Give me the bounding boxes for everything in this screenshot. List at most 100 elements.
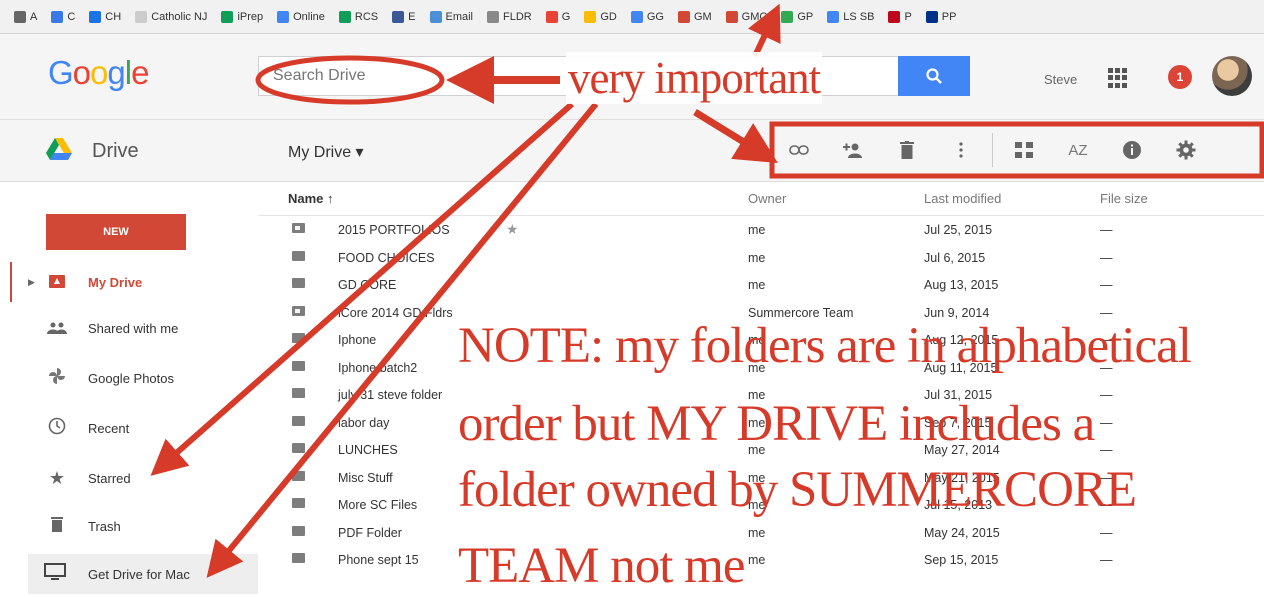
bookmark-item[interactable]: Catholic NJ — [135, 10, 207, 23]
cell-owner: me — [748, 278, 766, 292]
cell-modified: May 24, 2015 — [924, 525, 1000, 540]
cell-size: — — [1100, 498, 1113, 512]
cell-size: — — [1100, 553, 1113, 567]
cell-modified: Jul 6, 2015 — [924, 250, 986, 265]
bookmark-item[interactable]: GG — [630, 10, 664, 23]
search-button[interactable] — [898, 56, 970, 96]
cell-modified: Sep 15, 2015 — [924, 553, 999, 567]
grid-view-icon[interactable] — [997, 124, 1051, 176]
folder-icon — [292, 278, 305, 288]
bookmark-label: P — [904, 10, 912, 23]
table-row[interactable]: iCore 2014 GD Fldrs Summercore Team Jun 9,… — [258, 299, 1264, 326]
table-row[interactable]: PDF Folder me May 24, 2015 — — [258, 519, 1264, 546]
photos-icon — [44, 367, 70, 390]
cell-owner: me — [748, 223, 766, 237]
cell-name: LUNCHES — [338, 443, 398, 457]
cell-size: — — [1100, 415, 1113, 430]
info-icon[interactable] — [1105, 124, 1159, 176]
table-row[interactable]: 2015 PORTFOLIOS me Jul 25, 2015 — ★ — [258, 216, 1264, 243]
bookmark-label: GMC — [741, 10, 768, 23]
bookmark-item[interactable]: E — [392, 10, 416, 23]
sidebar-item-trash[interactable]: Trash — [0, 506, 258, 546]
more-icon[interactable] — [934, 124, 988, 176]
table-row[interactable]: july 31 steve folder me Jul 31, 2015 — — [258, 381, 1264, 408]
new-button[interactable]: NEW — [46, 214, 186, 250]
product-name[interactable]: Drive — [92, 140, 139, 163]
table-row[interactable]: Phone sept 15 me Sep 15, 2015 — — [258, 546, 1264, 573]
file-list: Name ↑ Owner Last modified File size 201… — [258, 182, 1264, 597]
cell-owner: me — [748, 388, 766, 402]
my-drive-dropdown[interactable]: My Drive ▾ — [288, 142, 364, 162]
bookmark-item[interactable]: iPrep — [221, 10, 263, 23]
sidebar-item-get-drive-for-mac[interactable]: Get Drive for Mac — [28, 554, 258, 594]
table-row[interactable]: FOOD CHOICES me Jul 6, 2015 — — [258, 244, 1264, 271]
logo-letter: g — [107, 54, 125, 91]
cell-owner: me — [748, 470, 766, 485]
column-name[interactable]: Name ↑ — [288, 191, 334, 206]
cell-size: — — [1100, 223, 1113, 237]
bookmark-item[interactable]: RCS — [338, 10, 378, 23]
notifications-badge[interactable]: 1 — [1168, 65, 1192, 89]
table-row[interactable]: More SC Files me Jul 15, 2013 — — [258, 491, 1264, 518]
table-row[interactable]: GD CORE me Aug 13, 2015 — — [258, 271, 1264, 298]
bookmark-item[interactable]: C — [51, 10, 75, 23]
search-box[interactable] — [258, 56, 948, 96]
search-input[interactable] — [259, 57, 947, 95]
drive-folder-icon — [44, 272, 70, 293]
bookmark-item[interactable]: P — [888, 10, 912, 23]
column-last-modified[interactable]: Last modified — [924, 191, 1001, 206]
table-row[interactable]: Iphone batch2 me Aug 11, 2015 — — [258, 354, 1264, 381]
folder-icon — [292, 553, 305, 563]
bookmark-item[interactable]: CH — [89, 10, 122, 23]
sidebar-item-shared-with-me[interactable]: Shared with me — [0, 308, 258, 348]
get-link-icon[interactable] — [772, 124, 826, 176]
bookmark-item[interactable]: GP — [781, 10, 813, 23]
sidebar-item-my-drive[interactable]: ▶ My Drive — [0, 262, 258, 302]
share-icon[interactable] — [826, 124, 880, 176]
table-row[interactable]: Misc Stuff me May 21, 2015 — — [258, 464, 1264, 491]
table-row[interactable]: Iphone me Aug 12, 2015 — — [258, 326, 1264, 353]
sidebar-item-starred[interactable]: ★ Starred — [0, 458, 258, 498]
bookmark-label: GG — [646, 10, 664, 23]
cell-name: Iphone — [338, 333, 377, 347]
bookmark-item[interactable]: FLDR — [487, 10, 532, 23]
sidebar-item-google-photos[interactable]: Google Photos — [0, 358, 258, 398]
apps-grid-icon[interactable] — [1108, 68, 1128, 88]
bookmark-item[interactable]: LS SB — [827, 10, 875, 23]
star-icon[interactable]: ★ — [506, 221, 519, 238]
cell-owner: me — [748, 498, 766, 512]
table-row[interactable]: labor day me Sep 7, 2015 — — [258, 409, 1264, 436]
sidebar-item-recent[interactable]: Recent — [0, 408, 258, 448]
bookmark-item[interactable]: Email — [429, 10, 473, 23]
cell-modified: Aug 12, 2015 — [924, 333, 999, 347]
trash-icon[interactable] — [880, 124, 934, 176]
cell-owner: me — [748, 415, 766, 430]
bookmark-favicon-icon — [487, 10, 500, 23]
cell-name: PDF Folder — [338, 525, 402, 540]
cell-name: Iphone batch2 — [338, 360, 418, 375]
bookmark-item[interactable]: GD — [584, 10, 617, 23]
table-row[interactable]: LUNCHES me May 27, 2014 — — [258, 436, 1264, 463]
bookmark-item[interactable]: A — [14, 10, 37, 23]
settings-icon[interactable] — [1159, 124, 1213, 176]
google-logo[interactable]: Google — [48, 54, 149, 92]
expand-caret-icon[interactable]: ▶ — [28, 277, 35, 288]
column-file-size[interactable]: File size — [1100, 191, 1148, 206]
bookmark-item[interactable]: Online — [277, 10, 325, 23]
avatar[interactable] — [1212, 56, 1252, 96]
bookmark-favicon-icon — [630, 10, 643, 23]
cell-modified: May 27, 2014 — [924, 443, 1000, 457]
bookmark-label: FLDR — [503, 10, 532, 23]
cell-size: — — [1100, 388, 1113, 402]
sort-icon[interactable]: AZ — [1051, 124, 1105, 176]
user-name[interactable]: Steve — [1044, 72, 1077, 87]
bookmark-label: LS SB — [843, 10, 875, 23]
bookmark-favicon-icon — [221, 10, 234, 23]
bookmark-item[interactable]: PP — [925, 10, 956, 23]
bookmark-item[interactable]: G — [545, 10, 570, 23]
bookmark-item[interactable]: GMC — [725, 10, 768, 23]
column-owner[interactable]: Owner — [748, 191, 786, 206]
bookmark-label: CH — [105, 10, 122, 23]
bookmark-item[interactable]: GM — [677, 10, 712, 23]
sidebar-item-label: Recent — [88, 420, 130, 436]
